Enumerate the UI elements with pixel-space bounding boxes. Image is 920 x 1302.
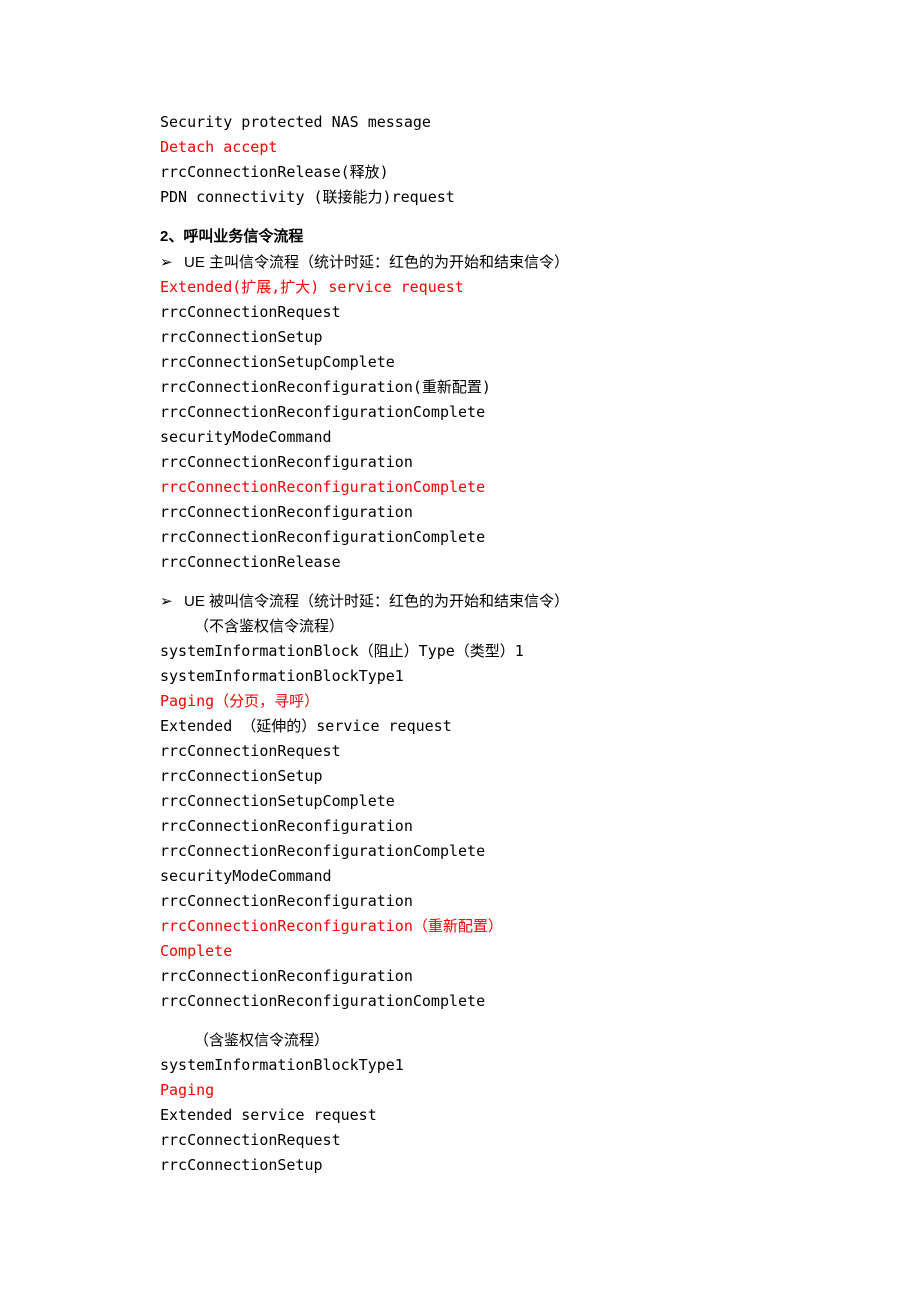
text-line: Complete xyxy=(160,939,760,964)
text-line: rrcConnectionSetup xyxy=(160,1153,760,1178)
text-line: Paging（分页，寻呼） xyxy=(160,689,760,714)
arrow-icon: ➢ xyxy=(160,250,178,275)
text-line: rrcConnectionReconfigurationComplete xyxy=(160,475,760,500)
text-line: rrcConnectionRequest xyxy=(160,739,760,764)
document-page: Security protected NAS message Detach ac… xyxy=(0,0,920,1278)
bullet-label: UE 被叫信令流程（统计时延：红色的为开始和结束信令） xyxy=(184,589,569,614)
text-line: rrcConnectionRelease xyxy=(160,550,760,575)
text-line: Paging xyxy=(160,1078,760,1103)
text-line: rrcConnectionRequest xyxy=(160,1128,760,1153)
text-line: rrcConnectionReconfiguration xyxy=(160,500,760,525)
text-line: rrcConnectionReconfiguration(重新配置) xyxy=(160,375,760,400)
text-line: securityModeCommand xyxy=(160,864,760,889)
text-line: Detach accept xyxy=(160,135,760,160)
text-line: rrcConnectionSetup xyxy=(160,325,760,350)
bullet-label: UE 主叫信令流程（统计时延：红色的为开始和结束信令） xyxy=(184,250,569,275)
sub-note: （不含鉴权信令流程） xyxy=(160,614,760,639)
bullet-item: ➢ UE 被叫信令流程（统计时延：红色的为开始和结束信令） xyxy=(160,589,760,614)
arrow-icon: ➢ xyxy=(160,589,178,614)
text-line: rrcConnectionReconfigurationComplete xyxy=(160,989,760,1014)
text-line: systemInformationBlock（阻止）Type（类型）1 xyxy=(160,639,760,664)
text-line: Security protected NAS message xyxy=(160,110,760,135)
bullet-text: 主叫信令流程（统计时延：红色的为开始和结束信令） xyxy=(209,254,569,271)
text-line: rrcConnectionSetup xyxy=(160,764,760,789)
text-line: systemInformationBlockType1 xyxy=(160,1053,760,1078)
text-line: rrcConnectionReconfigurationComplete xyxy=(160,839,760,864)
bullet-prefix: UE xyxy=(184,593,209,610)
text-line: rrcConnectionRequest xyxy=(160,300,760,325)
text-line: rrcConnectionReconfigurationComplete xyxy=(160,525,760,550)
spacer xyxy=(160,575,760,589)
sub-note: （含鉴权信令流程） xyxy=(160,1028,760,1053)
bullet-prefix: UE xyxy=(184,254,209,271)
text-line: rrcConnectionReconfiguration xyxy=(160,450,760,475)
text-line: rrcConnectionSetupComplete xyxy=(160,789,760,814)
text-line: rrcConnectionReconfiguration（重新配置） xyxy=(160,914,760,939)
text-line: rrcConnectionReconfiguration xyxy=(160,814,760,839)
text-line: rrcConnectionReconfiguration xyxy=(160,964,760,989)
text-line: rrcConnectionSetupComplete xyxy=(160,350,760,375)
text-line: rrcConnectionReconfigurationComplete xyxy=(160,400,760,425)
text-line: Extended service request xyxy=(160,1103,760,1128)
bullet-text: 被叫信令流程（统计时延：红色的为开始和结束信令） xyxy=(209,593,569,610)
text-line: Extended （延伸的）service request xyxy=(160,714,760,739)
text-line: rrcConnectionReconfiguration xyxy=(160,889,760,914)
bullet-item: ➢ UE 主叫信令流程（统计时延：红色的为开始和结束信令） xyxy=(160,250,760,275)
section-heading: 2、呼叫业务信令流程 xyxy=(160,224,760,250)
spacer xyxy=(160,1014,760,1028)
text-line: systemInformationBlockType1 xyxy=(160,664,760,689)
text-line: rrcConnectionRelease(释放) xyxy=(160,160,760,185)
text-line: PDN connectivity (联接能力)request xyxy=(160,185,760,210)
text-line: Extended(扩展,扩大) service request xyxy=(160,275,760,300)
text-line: securityModeCommand xyxy=(160,425,760,450)
